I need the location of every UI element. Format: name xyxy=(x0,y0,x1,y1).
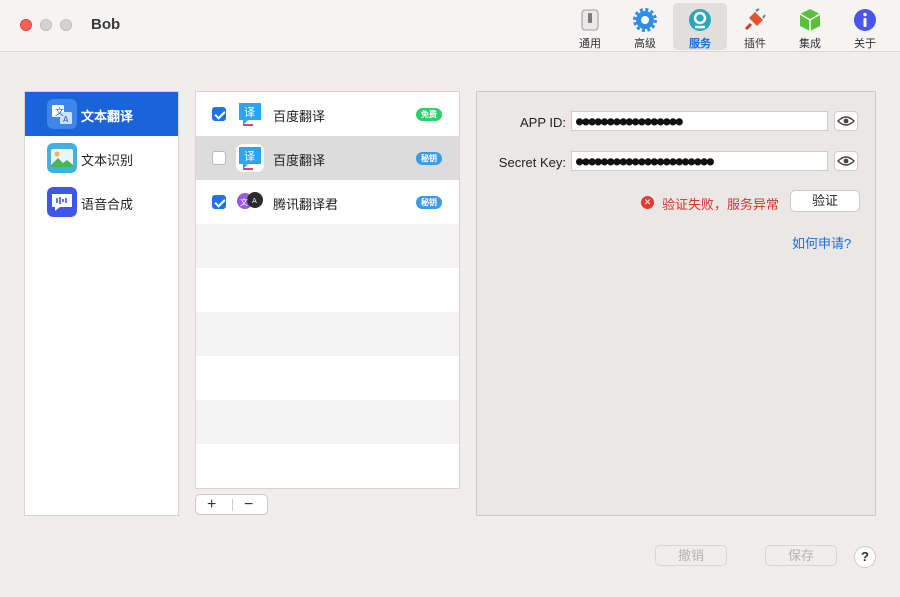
add-remove-control: + − xyxy=(195,494,268,515)
plug-icon xyxy=(744,8,766,31)
sidebar-item-speech-synthesis[interactable]: 语音合成 xyxy=(25,180,178,224)
eye-icon xyxy=(837,156,855,166)
svg-text:A: A xyxy=(63,115,69,124)
toolbar-tab-general[interactable]: 通用 xyxy=(563,3,617,50)
app-id-label: APP ID: xyxy=(519,115,566,130)
secret-key-label: Secret Key: xyxy=(498,155,566,170)
remove-service-button[interactable]: − xyxy=(244,496,253,514)
translate-icon: 文 A xyxy=(47,99,77,129)
gear-icon xyxy=(633,8,657,32)
cube-icon xyxy=(799,9,821,31)
empty-row xyxy=(196,400,459,444)
toolbar-tab-label: 插件 xyxy=(744,38,766,50)
image-recognition-icon xyxy=(47,143,77,173)
error-message: 验证失败，服务异常 xyxy=(662,197,780,212)
sidebar-item-label: 语音合成 xyxy=(81,197,134,212)
enable-checkbox[interactable] xyxy=(212,151,226,165)
svg-text:译: 译 xyxy=(244,106,255,119)
toolbar-tab-label: 服务 xyxy=(689,38,711,50)
app-title: Bob xyxy=(91,16,121,33)
toolbar-tab-integration[interactable]: 集成 xyxy=(783,3,837,50)
toolbar-tab-plugins[interactable]: 插件 xyxy=(728,3,782,50)
preferences-window: Bob 通用 高级 服务 插件 集成 关于 文 A 文本翻译 文本识别 语音合成… xyxy=(0,0,900,597)
app-id-field[interactable]: ●●●●●●●●●●●●●●●●● xyxy=(571,111,828,131)
empty-row xyxy=(196,268,459,312)
switch-icon xyxy=(581,9,599,31)
save-button[interactable]: 保存 xyxy=(765,545,837,566)
list-item[interactable]: 文 A 腾讯翻译君 秘钥 xyxy=(196,180,459,224)
baidu-translate-icon: 译 xyxy=(236,100,264,128)
baidu-translate-icon: 译 xyxy=(236,144,264,172)
sidebar-item-label: 文本翻译 xyxy=(81,109,134,124)
speech-icon xyxy=(47,187,77,217)
service-config-panel: APP ID: ●●●●●●●●●●●●●●●●● Secret Key: ●●… xyxy=(476,91,876,516)
service-icon xyxy=(689,9,711,31)
error-icon: ✕ xyxy=(641,196,654,209)
toolbar-tab-label: 关于 xyxy=(854,38,876,50)
how-to-apply-link[interactable]: 如何申请? xyxy=(792,233,851,252)
empty-row xyxy=(196,224,459,268)
divider xyxy=(232,499,233,511)
list-item[interactable]: 译 百度翻译 秘钥 xyxy=(196,136,459,180)
service-name: 百度翻译 xyxy=(273,153,326,168)
key-badge: 秘钥 xyxy=(416,196,442,209)
toolbar-tab-label: 高级 xyxy=(634,38,656,50)
sidebar-item-text-translation[interactable]: 文 A 文本翻译 xyxy=(25,92,178,136)
service-list: 译 百度翻译 免费 译 百度翻译 秘钥 文 A 腾讯翻译君 秘钥 xyxy=(195,91,460,489)
empty-row xyxy=(196,312,459,356)
zoom-window-button[interactable] xyxy=(60,19,72,31)
sidebar-item-label: 文本识别 xyxy=(81,153,134,168)
tencent-translate-icon: 文 A xyxy=(237,192,263,209)
service-name: 百度翻译 xyxy=(273,109,326,124)
close-window-button[interactable] xyxy=(20,19,32,31)
enable-checkbox[interactable] xyxy=(212,107,226,121)
toolbar-tab-advanced[interactable]: 高级 xyxy=(618,3,672,50)
toolbar-tab-label: 集成 xyxy=(799,38,821,50)
show-secret-key-button[interactable] xyxy=(834,151,858,171)
svg-text:译: 译 xyxy=(244,150,255,163)
category-sidebar: 文 A 文本翻译 文本识别 语音合成 xyxy=(24,91,179,516)
sidebar-item-text-recognition[interactable]: 文本识别 xyxy=(25,136,178,180)
empty-row xyxy=(196,356,459,400)
titlebar: Bob 通用 高级 服务 插件 集成 关于 xyxy=(0,0,900,52)
verify-button[interactable]: 验证 xyxy=(790,190,860,212)
enable-checkbox[interactable] xyxy=(212,195,226,209)
show-app-id-button[interactable] xyxy=(834,111,858,131)
toolbar-tab-about[interactable]: 关于 xyxy=(838,3,892,50)
eye-icon xyxy=(837,116,855,126)
toolbar-tab-services[interactable]: 服务 xyxy=(673,3,727,50)
help-button[interactable]: ? xyxy=(854,546,876,568)
secret-key-field[interactable]: ●●●●●●●●●●●●●●●●●●●●●● xyxy=(571,151,828,171)
free-badge: 免费 xyxy=(416,108,442,121)
info-icon xyxy=(854,9,876,31)
service-name: 腾讯翻译君 xyxy=(273,197,339,212)
revert-button[interactable]: 撤销 xyxy=(655,545,727,566)
add-service-button[interactable]: + xyxy=(207,496,216,514)
minimize-window-button[interactable] xyxy=(40,19,52,31)
list-item[interactable]: 译 百度翻译 免费 xyxy=(196,92,459,136)
svg-text:文: 文 xyxy=(240,197,248,207)
svg-text:A: A xyxy=(252,197,257,205)
key-badge: 秘钥 xyxy=(416,152,442,165)
toolbar-tab-label: 通用 xyxy=(579,38,601,50)
